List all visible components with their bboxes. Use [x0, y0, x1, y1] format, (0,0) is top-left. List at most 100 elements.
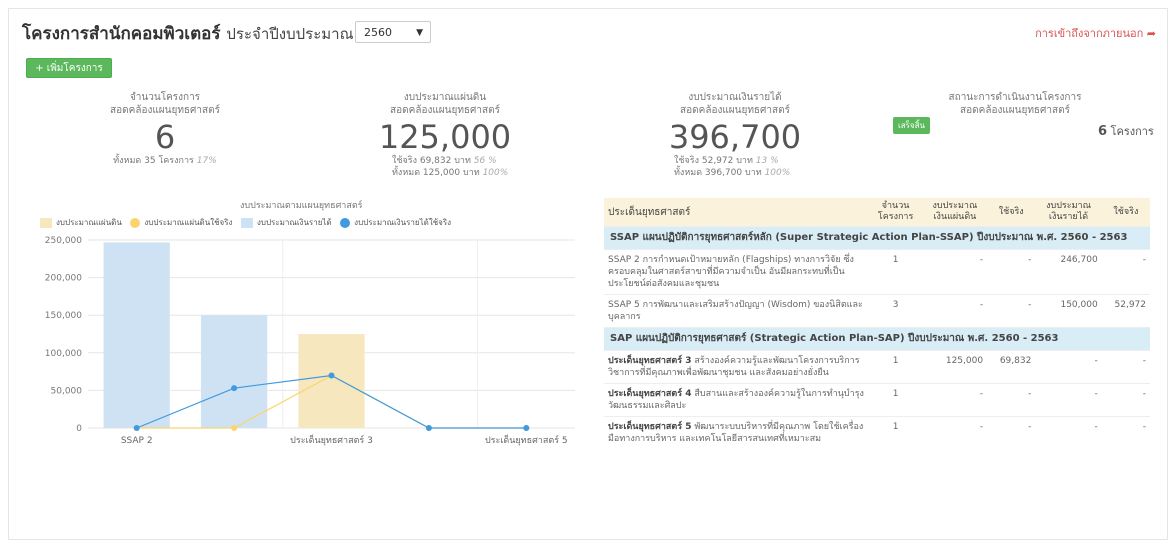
col-rev-budget: งบประมาณ เงินรายได้: [1035, 198, 1101, 227]
table-header-row: ประเด็นยุทธศาสตร์ จำนวน โครงการ งบประมาณเ…: [604, 198, 1150, 227]
row-title-prefix: ประเด็นยุทธศาสตร์ 3: [608, 356, 692, 366]
table-row[interactable]: ประเด็นยุทธศาสตร์ 5 พัฒนาระบบบริหารที่มี…: [604, 416, 1150, 449]
cell-rev-used: -: [1101, 249, 1150, 295]
y-tick-label: 250,000: [45, 236, 82, 246]
cell-gov: -: [922, 294, 988, 328]
status-count-value: 6: [1098, 124, 1108, 139]
bar-SSAP-2: [103, 242, 170, 428]
col-gov-l1: งบประมาณ: [932, 201, 978, 211]
col-rev-l2: เงินรายได้: [1048, 212, 1089, 222]
stat-detail: ใช้จริง 69,832 บาท 56 % ทั้งหมด 125,000 …: [370, 155, 520, 179]
cell-count: 1: [868, 350, 923, 384]
cell-count: 3: [868, 294, 923, 328]
budget-chart: งบประมาณตามแผนยุทธศาสตร์ งบประมาณแผ่นดิน…: [30, 196, 590, 466]
col-gov-budget: งบประมาณ เงินแผ่นดิน: [923, 198, 987, 227]
stat-detail: ทั้งหมด 35 โครงการ 17%: [100, 155, 230, 167]
col-issue: ประเด็นยุทธศาสตร์: [608, 206, 691, 218]
cell-rev-used: -: [1101, 416, 1150, 449]
add-project-button[interactable]: + เพิ่มโครงการ: [26, 58, 112, 78]
row-title: ประเด็นยุทธศาสตร์ 4 สืบสานและสร้างองค์คว…: [604, 383, 869, 417]
status-count: 6 โครงการ: [1098, 122, 1154, 140]
stat-detail-pct: 17%: [196, 156, 217, 166]
stat-value: 6: [154, 118, 176, 156]
page-title-text: โครงการสำนักคอมพิวเตอร์: [22, 24, 221, 44]
stat-value: 396,700: [668, 118, 802, 156]
table-row[interactable]: SSAP 2 การกำหนดเป้าหมายหลัก (Flagships) …: [604, 249, 1150, 295]
stat-projects: จำนวนโครงการ สอดคล้องแผนยุทธศาสตร์ 6 ทั้…: [100, 91, 230, 167]
cell-gov-used: 69,832: [987, 350, 1036, 384]
row-title-text: SSAP 2 การกำหนดเป้าหมายหลัก (Flagships) …: [608, 255, 854, 289]
cell-rev-used: -: [1101, 383, 1150, 417]
cell-gov-used: -: [987, 249, 1036, 295]
col-rev-l1: งบประมาณ: [1046, 201, 1091, 211]
stat-label: งบประมาณแผ่นดิน: [403, 92, 487, 103]
status-badge: เสร็จสิ้น: [893, 117, 930, 134]
stat-detail-text: ใช้จริง 52,972 บาท: [674, 156, 753, 166]
cell-gov-used: -: [987, 294, 1036, 328]
bar-SSAP-5: [200, 315, 268, 428]
year-select[interactable]: 2560 ▼: [355, 21, 431, 43]
header: โครงการสำนักคอมพิวเตอร์ ประจำปีงบประมาณ …: [18, 18, 1168, 48]
table-group-row: SSAP แผนปฏิบัติการยุทธศาสตร์หลัก (Super …: [604, 226, 1150, 250]
page-title: โครงการสำนักคอมพิวเตอร์ ประจำปีงบประมาณ: [22, 20, 353, 47]
stat-label: จำนวนโครงการ: [129, 92, 201, 103]
row-title-prefix: ประเด็นยุทธศาสตร์ 4: [608, 389, 692, 399]
page-subtitle: ประจำปีงบประมาณ: [226, 25, 354, 43]
stat-gov-budget: งบประมาณแผ่นดิน สอดคล้องแผนยุทธศาสตร์ 12…: [370, 91, 520, 179]
stat-status: สถานะการดำเนินงานโครงการ สอดคล้องแผนยุทธ…: [930, 91, 1100, 117]
stat-label: สอดคล้องแผนยุทธศาสตร์: [110, 105, 220, 116]
cell-rev-used: 52,972: [1101, 294, 1150, 328]
strategy-table: ประเด็นยุทธศาสตร์ จำนวน โครงการ งบประมาณเ…: [604, 198, 1150, 449]
stat-detail-pct: 13 %: [755, 156, 779, 166]
series-point: [231, 385, 238, 392]
x-tick-label: ประเด็นยุทธศาสตร์ 5: [485, 433, 568, 446]
col-gov-used: ใช้จริง: [998, 206, 1024, 217]
chevron-down-icon: ▼: [416, 28, 423, 38]
stat-detail-text: ทั้งหมด 396,700 บาท: [674, 168, 762, 178]
cell-rev: 150,000: [1035, 294, 1102, 328]
stat-label: สอดคล้องแผนยุทธศาสตร์: [390, 105, 500, 116]
group-title: SAP แผนปฏิบัติการยุทธศาสตร์ (Strategic A…: [604, 327, 1150, 351]
table-group-row: SAP แผนปฏิบัติการยุทธศาสตร์ (Strategic A…: [604, 327, 1150, 351]
stat-rev-budget: งบประมาณเงินรายได้ สอดคล้องแผนยุทธศาสตร์…: [660, 91, 810, 179]
series-point: [523, 425, 530, 431]
table-row[interactable]: SSAP 5 การพัฒนาและเสริมสร้างปัญญา (Wisdo…: [604, 294, 1150, 328]
series-point: [425, 425, 432, 431]
row-title: ประเด็นยุทธศาสตร์ 5 พัฒนาระบบบริหารที่มี…: [604, 416, 869, 449]
y-tick-label: 0: [76, 424, 82, 434]
stat-detail-text: ทั้งหมด 35 โครงการ: [113, 156, 194, 166]
cell-gov: 125,000: [922, 350, 988, 384]
cell-count: 1: [868, 416, 923, 449]
cell-gov: -: [922, 249, 988, 295]
cell-rev: -: [1035, 383, 1102, 417]
chart-plot: 0 50,000 100,000 150,000 200,000 250,000 SSAP …: [45, 236, 575, 446]
row-title-text: SSAP 5 การพัฒนาและเสริมสร้างปัญญา (Wisdo…: [608, 300, 863, 322]
series-point: [133, 425, 140, 431]
row-title-prefix: ประเด็นยุทธศาสตร์ 5: [608, 422, 692, 432]
series-point: [231, 425, 238, 431]
table-row[interactable]: ประเด็นยุทธศาสตร์ 4 สืบสานและสร้างองค์คว…: [604, 383, 1150, 417]
y-tick-label: 200,000: [45, 274, 82, 284]
status-count-unit: โครงการ: [1110, 125, 1154, 138]
col-count-l2: โครงการ: [877, 212, 914, 222]
year-select-value: 2560: [364, 26, 392, 39]
cell-gov: -: [922, 416, 988, 449]
bar-ประเด็นยุทธศาสตร์-3: [298, 334, 365, 428]
external-access-link[interactable]: การเข้าถึงจากภายนอก ➦: [1035, 24, 1156, 42]
y-tick-label: 100,000: [45, 349, 82, 359]
cell-gov-used: -: [987, 383, 1036, 417]
stat-label: งบประมาณเงินรายได้: [688, 92, 782, 103]
col-gov-l2: เงินแผ่นดิน: [933, 212, 977, 222]
row-title: ประเด็นยุทธศาสตร์ 3 สร้างองค์ความรู้และพ…: [604, 350, 869, 384]
cell-rev: -: [1035, 416, 1102, 449]
table-row[interactable]: ประเด็นยุทธศาสตร์ 3 สร้างองค์ความรู้และพ…: [604, 350, 1150, 384]
cell-count: 1: [868, 383, 923, 417]
stat-detail-pct: 100%: [482, 168, 509, 178]
stat-detail: ใช้จริง 52,972 บาท 13 % ทั้งหมด 396,700 …: [660, 155, 810, 179]
cell-count: 1: [868, 249, 923, 295]
stat-value: 125,000: [378, 118, 512, 156]
series-point: [328, 372, 335, 379]
col-count-l1: จำนวน: [881, 201, 910, 211]
stat-detail-text: ใช้จริง 69,832 บาท: [392, 156, 471, 166]
y-tick-label: 150,000: [45, 311, 82, 321]
